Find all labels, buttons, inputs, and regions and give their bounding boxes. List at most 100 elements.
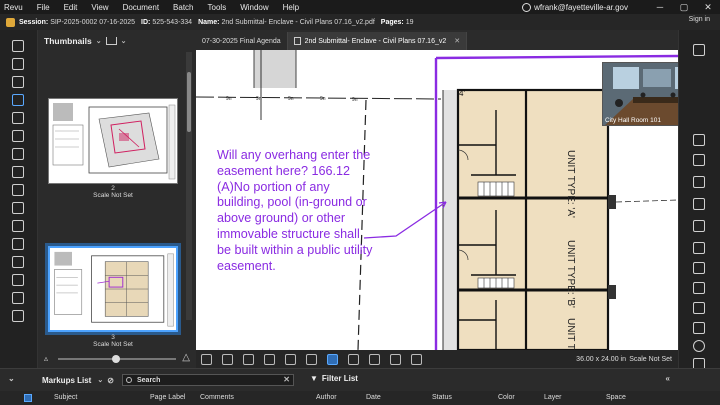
settings-icon[interactable] xyxy=(12,184,24,196)
column-page-label[interactable]: Page Label xyxy=(150,394,185,401)
highlight-tool-icon[interactable] xyxy=(693,134,705,146)
rectangle-tool-icon[interactable] xyxy=(693,322,705,334)
minimize-button[interactable]: ─ xyxy=(648,2,672,12)
column-layer[interactable]: Layer xyxy=(544,394,562,401)
column-subject[interactable]: Subject xyxy=(54,394,77,401)
user-email: wfrank@fayetteville-ar.gov xyxy=(534,2,628,12)
bookmark-icon[interactable] xyxy=(12,130,24,142)
menu-edit[interactable]: Edit xyxy=(57,3,85,12)
markup-comment-text[interactable]: Will any overhang enter the easement her… xyxy=(217,148,377,274)
user-account[interactable]: wfrank@fayetteville-ar.gov xyxy=(522,2,628,12)
menu-batch[interactable]: Batch xyxy=(166,3,200,12)
sign-in-link[interactable]: Sign in xyxy=(689,16,710,23)
zoom-icon[interactable] xyxy=(369,353,380,365)
menu-document[interactable]: Document xyxy=(116,3,166,12)
ellipse-tool-icon[interactable] xyxy=(693,340,705,352)
page-thumbnail-2[interactable] xyxy=(48,98,178,184)
search-icon[interactable] xyxy=(12,310,24,322)
select-icon[interactable] xyxy=(348,353,359,365)
measure-icon[interactable] xyxy=(12,202,24,214)
tab-final-agenda[interactable]: 07-30-2025 Final Agenda xyxy=(196,32,288,50)
filter-list-button[interactable]: ▼ Filter List xyxy=(310,374,358,383)
tag-icon[interactable] xyxy=(12,256,24,268)
line-mark: 9n xyxy=(320,96,326,102)
left-tool-rail xyxy=(0,30,38,375)
filter-icon: ▼ xyxy=(310,374,318,383)
page-dimensions: 36.00 x 24.00 in xyxy=(576,355,626,363)
column-status[interactable]: Status xyxy=(432,394,452,401)
chevron-down-icon[interactable]: ⌄ xyxy=(97,376,103,384)
tab-label: 07-30-2025 Final Agenda xyxy=(202,37,281,45)
document-icon[interactable] xyxy=(285,353,296,365)
chevron-down-icon[interactable]: ⌄ xyxy=(121,37,127,45)
compare-icon[interactable] xyxy=(12,238,24,250)
split-horizontal-icon[interactable] xyxy=(243,353,254,365)
session-id: ID: 525-543-334 xyxy=(141,18,193,26)
split-vertical-icon[interactable] xyxy=(222,353,233,365)
camera-label: City Hall Room 101 xyxy=(605,117,661,124)
thumbnails-scrollbar[interactable] xyxy=(186,52,192,320)
thumbnail-size-slider[interactable]: ▵ △ xyxy=(44,352,190,364)
menu-view[interactable]: View xyxy=(84,3,115,12)
menu-revu[interactable]: Revu xyxy=(0,3,30,12)
line-mark: 9n xyxy=(288,96,294,102)
shrink-icon[interactable]: ▵ xyxy=(44,354,48,363)
snapshot-icon[interactable] xyxy=(306,353,317,365)
thumbnails-icon[interactable] xyxy=(12,94,24,106)
layers-icon[interactable] xyxy=(12,40,24,52)
scrollbar-thumb[interactable] xyxy=(187,72,191,132)
thumbnail-page-number: 2 xyxy=(111,185,115,192)
column-comments[interactable]: Comments xyxy=(200,394,234,401)
first-page-icon[interactable] xyxy=(390,353,401,365)
stamp-icon[interactable] xyxy=(12,166,24,178)
properties-icon[interactable] xyxy=(12,148,24,160)
menu-tools[interactable]: Tools xyxy=(201,3,234,12)
page-thumbnail-3[interactable] xyxy=(48,246,178,332)
pages-icon[interactable] xyxy=(12,58,24,70)
close-tab-icon[interactable]: ✕ xyxy=(454,37,460,45)
menu-window[interactable]: Window xyxy=(233,3,275,12)
measure-tool-icon[interactable] xyxy=(693,302,705,314)
menu-file[interactable]: File xyxy=(30,3,57,12)
slider-knob[interactable] xyxy=(112,355,120,363)
attachments-icon[interactable] xyxy=(12,274,24,286)
enlarge-icon[interactable]: △ xyxy=(182,352,190,363)
column-space[interactable]: Space xyxy=(606,394,626,401)
globe-icon xyxy=(522,2,532,12)
menu-help[interactable]: Help xyxy=(276,3,306,12)
list-icon[interactable] xyxy=(12,76,24,88)
thumbnail-options-icon[interactable] xyxy=(105,37,117,45)
hide-markups-icon[interactable]: ⊘ xyxy=(107,376,114,385)
toolbox-icon[interactable] xyxy=(12,112,24,124)
arrow-tool-icon[interactable] xyxy=(693,242,705,254)
chevron-down-icon[interactable]: ⌄ xyxy=(8,374,15,383)
polyline-tool-icon[interactable] xyxy=(693,282,705,294)
pan-hand-icon[interactable] xyxy=(327,353,338,365)
maximize-button[interactable]: ▢ xyxy=(672,2,696,13)
line-tool-icon[interactable] xyxy=(693,220,705,232)
previous-page-icon[interactable] xyxy=(411,353,422,365)
note-tool-icon[interactable] xyxy=(693,198,705,210)
clear-search-icon[interactable]: ✕ xyxy=(283,375,290,384)
tab-civil-plans[interactable]: 2nd Submittal- Enclave - Civil Plans 07.… xyxy=(287,32,468,50)
thumbnail-drawing xyxy=(52,103,176,180)
single-page-icon[interactable] xyxy=(201,353,212,365)
session-info-bar: Session: SIP-2025-0002 07-16-2025 ID: 525-… xyxy=(0,14,720,30)
collapse-icon[interactable]: « xyxy=(666,374,670,383)
archive-icon[interactable] xyxy=(12,292,24,304)
document-icon[interactable] xyxy=(264,353,275,365)
form-icon[interactable] xyxy=(12,220,24,232)
column-color[interactable]: Color xyxy=(498,394,515,401)
chevron-down-icon[interactable]: ⌄ xyxy=(96,37,102,45)
markups-search-input[interactable]: Search ✕ xyxy=(122,374,294,386)
select-all-checkbox[interactable] xyxy=(24,394,32,402)
thumbnail-scale: Scale Not Set xyxy=(93,341,133,348)
column-author[interactable]: Author xyxy=(316,394,337,401)
text-tool-icon[interactable] xyxy=(693,44,705,56)
document-icon xyxy=(293,37,301,45)
image-tool-icon[interactable] xyxy=(693,176,705,188)
arc-tool-icon[interactable] xyxy=(693,262,705,274)
column-date[interactable]: Date xyxy=(366,394,381,401)
pen-tool-icon[interactable] xyxy=(693,154,705,166)
close-button[interactable]: ✕ xyxy=(696,2,720,13)
